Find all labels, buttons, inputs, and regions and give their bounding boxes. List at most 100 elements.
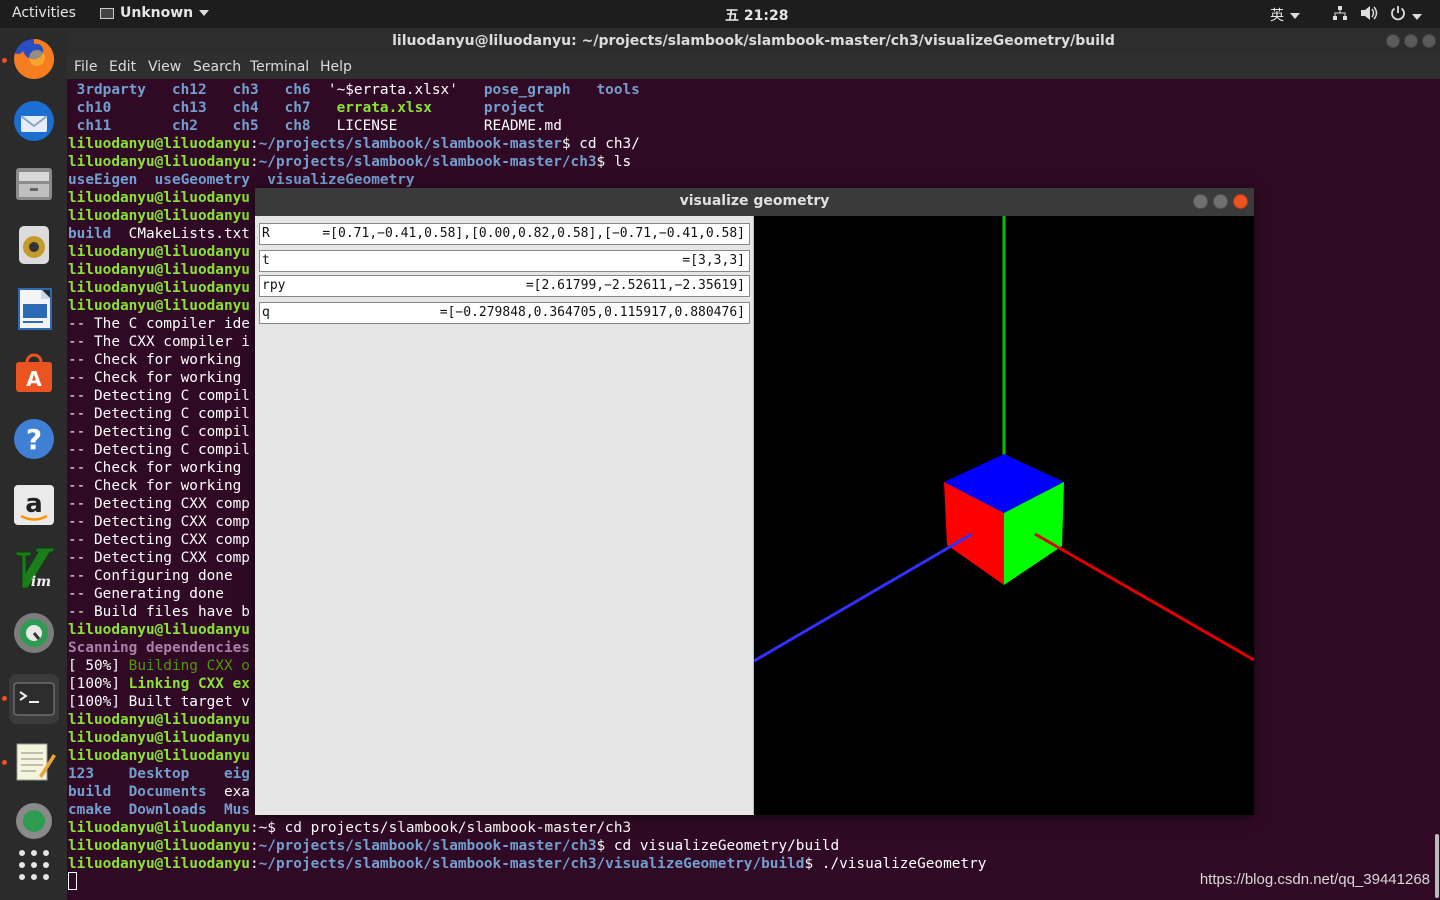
terminal-line: -- Build files have b	[68, 603, 250, 621]
terminal-line: liluodanyu@liluodanyu	[68, 747, 250, 765]
terminal-text-segment: ch11 ch2 ch5 ch8	[68, 118, 337, 134]
terminal-text-segment: ch10 ch13 ch4 ch7	[68, 100, 337, 116]
terminal-text-segment: Linking CXX ex	[128, 676, 250, 692]
terminal-line: liluodanyu@liluodanyu:~/projects/slamboo…	[68, 153, 631, 171]
3d-viewport[interactable]	[753, 216, 1255, 815]
rhythmbox-icon[interactable]	[9, 220, 59, 270]
menu-view[interactable]: View	[148, 59, 181, 75]
running-indicator	[2, 58, 7, 63]
terminal-text-segment: liluodanyu@liluodanyu	[68, 856, 250, 872]
close-button[interactable]	[1233, 194, 1248, 209]
terminal-line: ch11 ch2 ch5 ch8 LICENSE README.md	[68, 117, 562, 135]
terminal-text-segment: Building CXX o	[128, 658, 250, 674]
terminal-text-segment: pose_graph tools	[483, 82, 640, 98]
terminal-line: useEigen useGeometry visualizeGeometry	[68, 171, 415, 189]
terminal-text-segment: $ cd ch3/	[561, 136, 640, 152]
terminal-text-segment: -- The C compiler ide	[68, 316, 250, 332]
terminal-text-segment: liluodanyu@liluodanyu	[68, 298, 250, 314]
thunderbird-icon[interactable]	[9, 96, 59, 146]
terminal-text-segment: -- Check for working	[68, 460, 250, 476]
menu-file[interactable]: File	[74, 59, 97, 75]
libreoffice-writer-icon[interactable]	[9, 284, 59, 334]
maximize-button[interactable]	[1213, 194, 1228, 209]
terminal-text-segment: -- Detecting CXX comp	[68, 550, 250, 566]
terminal-text-segment: [ 50%]	[68, 658, 129, 674]
firefox-icon[interactable]	[9, 34, 59, 84]
translation-field[interactable]: t =[3,3,3]	[259, 250, 750, 272]
terminal-line: [ 50%] Building CXX o	[68, 657, 250, 675]
terminal-text-segment: build Documents	[68, 784, 224, 800]
terminal-menubar: File Edit View Search Terminal Help	[67, 54, 1440, 79]
update-manager-icon[interactable]	[9, 608, 59, 658]
terminal-text-segment: project	[483, 100, 545, 116]
text-editor-icon[interactable]	[9, 736, 59, 786]
show-apps-icon[interactable]	[9, 840, 59, 890]
field-label: rpy	[262, 278, 286, 293]
menu-help[interactable]: Help	[320, 59, 352, 75]
terminal-text-segment: build	[68, 226, 112, 242]
terminal-text-segment: liluodanyu@liluodanyu	[68, 280, 250, 296]
terminal-titlebar[interactable]: liluodanyu@liluodanyu: ~/projects/slambo…	[67, 28, 1440, 54]
terminal-text-segment: -- Detecting C compil	[68, 424, 250, 440]
field-value: =[3,3,3]	[682, 253, 745, 268]
terminal-line: liluodanyu@liluodanyu	[68, 297, 250, 315]
terminal-text-segment: liluodanyu@liluodanyu	[68, 712, 250, 728]
quaternion-field[interactable]: q =[−0.279848,0.364705,0.115917,0.880476…	[259, 302, 750, 324]
input-method-indicator[interactable]: 英	[1270, 5, 1300, 25]
terminal-line: ch10 ch13 ch4 ch7 errata.xlsx project	[68, 99, 545, 117]
software-center-icon[interactable]: A	[9, 348, 59, 398]
terminal-text-segment: -- Check for working	[68, 478, 250, 494]
terminal-line: liluodanyu@liluodanyu	[68, 207, 250, 225]
terminal-line: build Documents exa	[68, 783, 250, 801]
terminal-text-segment: exa	[223, 784, 250, 800]
field-value: =[−0.279848,0.364705,0.115917,0.880476]	[439, 305, 745, 320]
terminal-text-segment: liluodanyu@liluodanyu	[68, 190, 250, 206]
close-button[interactable]	[1422, 34, 1436, 48]
rpy-field[interactable]: rpy =[2.61799,−2.52611,−2.35619]	[259, 275, 750, 297]
chevron-down-icon	[1412, 14, 1422, 20]
terminal-text-segment: [100%]	[68, 676, 129, 692]
network-icon[interactable]	[1332, 5, 1348, 25]
terminal-line: liluodanyu@liluodanyu	[68, 621, 250, 639]
terminal-line: -- Configuring done	[68, 567, 233, 585]
terminal-text-segment: :~$ cd projects/slambook/slambook-master…	[249, 820, 632, 836]
minimize-button[interactable]	[1386, 34, 1400, 48]
terminal-line: [100%] Built target v	[68, 693, 250, 711]
menu-search[interactable]: Search	[193, 59, 241, 75]
terminal-text-segment: -- Detecting CXX comp	[68, 514, 250, 530]
terminal-line: liluodanyu@liluodanyu:~$ cd projects/sla…	[68, 819, 631, 837]
menu-edit[interactable]: Edit	[109, 59, 136, 75]
menu-terminal[interactable]: Terminal	[250, 59, 309, 75]
volume-icon[interactable]	[1360, 5, 1378, 25]
files-icon[interactable]	[9, 158, 59, 208]
geometry-titlebar[interactable]: visualize geometry	[255, 188, 1254, 216]
terminal-line: liluodanyu@liluodanyu	[68, 729, 250, 747]
z-axis-line	[753, 532, 973, 663]
terminal-text-segment: -- Detecting C compil	[68, 406, 250, 422]
terminal-text-segment: ~/projects/slambook/slambook-master/ch3	[258, 154, 597, 170]
terminal-line: liluodanyu@liluodanyu	[68, 261, 250, 279]
terminal-text-segment: errata.xlsx	[336, 100, 484, 116]
maximize-button[interactable]	[1404, 34, 1418, 48]
help-icon[interactable]: ?	[9, 414, 59, 464]
terminal-text-segment: -- Detecting CXX comp	[68, 496, 250, 512]
power-icon[interactable]	[1390, 5, 1422, 25]
vim-icon[interactable]: im	[9, 544, 59, 594]
terminal-line: liluodanyu@liluodanyu:~/projects/slamboo…	[68, 837, 839, 855]
terminal-line: [100%] Linking CXX ex	[68, 675, 250, 693]
terminal-icon[interactable]	[9, 674, 59, 724]
minimize-button[interactable]	[1193, 194, 1208, 209]
terminal-text-segment: ~/projects/slambook/slambook-master/ch3	[258, 838, 597, 854]
scene-canvas	[753, 216, 1255, 663]
terminal-text-segment: useEigen useGeometry visualizeGeometry	[68, 172, 415, 188]
svg-text:im: im	[31, 574, 51, 590]
app-menu[interactable]: Unknown	[100, 5, 210, 21]
amazon-icon[interactable]: a	[9, 480, 59, 530]
terminal-scrollbar[interactable]	[1435, 834, 1439, 898]
clock[interactable]: 五 21:28	[725, 5, 788, 25]
terminal-text-segment: liluodanyu@liluodanyu	[68, 136, 250, 152]
settings-icon[interactable]	[9, 796, 59, 846]
rotation-matrix-field[interactable]: R =[0.71,−0.41,0.58],[0.00,0.82,0.58],[−…	[259, 223, 750, 245]
activities-button[interactable]: Activities	[12, 5, 76, 21]
terminal-text-segment: $ ./visualizeGeometry	[804, 856, 987, 872]
